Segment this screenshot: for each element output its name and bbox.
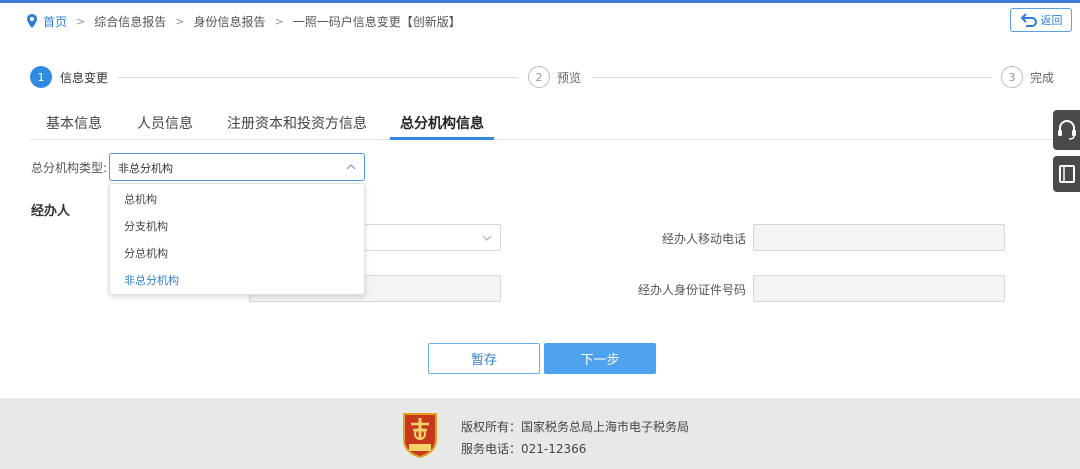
tab-head-branch-info[interactable]: 总分机构信息 — [400, 113, 484, 133]
footer-copyright: 版权所有：国家税务总局上海市电子税务局 — [461, 420, 690, 434]
step-2-label: 预览 — [557, 71, 582, 85]
back-button[interactable]: 返回 — [1010, 8, 1072, 32]
mobile-field[interactable] — [753, 224, 1005, 251]
step-2-circle: 2 — [528, 66, 550, 88]
breadcrumb-separator: > — [274, 14, 284, 28]
mobile-label: 经办人移动电话 — [661, 232, 746, 246]
back-button-label: 返回 — [1040, 14, 1063, 27]
tab-basic-info[interactable]: 基本信息 — [46, 113, 102, 133]
dropdown-option[interactable]: 分总机构 — [110, 240, 364, 267]
org-type-label: 总分机构类型: — [31, 161, 108, 175]
return-arrow-icon — [1020, 13, 1037, 27]
breadcrumb-item[interactable]: 身份信息报告 — [193, 13, 265, 30]
section-title-agent: 经办人 — [31, 204, 71, 219]
step-1-circle: 1 — [30, 66, 52, 88]
dropdown-option[interactable]: 分支机构 — [110, 213, 364, 240]
step-3-circle: 3 — [1001, 66, 1023, 88]
page-footer: 版权所有：国家税务总局上海市电子税务局 服务电话：021-12366 — [0, 398, 1080, 469]
save-draft-button[interactable]: 暂存 — [428, 343, 540, 374]
org-type-dropdown: 总机构 分支机构 分总机构 非总分机构 — [109, 183, 365, 295]
step-connector — [592, 77, 992, 78]
chevron-down-icon — [482, 235, 492, 241]
footer-phone: 服务电话：021-12366 — [461, 442, 587, 456]
book-icon — [1058, 165, 1075, 183]
breadcrumb-current: 一照一码户信息变更【创新版】 — [292, 14, 461, 29]
step-connector — [118, 77, 518, 78]
tax-emblem-icon — [403, 413, 437, 458]
step-3-label: 完成 — [1030, 71, 1055, 85]
breadcrumb-separator: > — [175, 14, 185, 28]
id-number-field[interactable] — [753, 275, 1005, 302]
breadcrumb-separator: > — [76, 14, 86, 28]
top-accent-bar — [0, 0, 1080, 3]
next-step-button[interactable]: 下一步 — [544, 343, 656, 374]
dropdown-option-selected[interactable]: 非总分机构 — [110, 267, 364, 294]
active-tab-indicator — [390, 137, 494, 140]
breadcrumb: 首页 > 综合信息报告 > 身份信息报告 > 一照一码户信息变更【创新版】 — [26, 12, 461, 30]
tab-personnel-info[interactable]: 人员信息 — [137, 113, 193, 133]
tab-capital-investor-info[interactable]: 注册资本和投资方信息 — [227, 113, 367, 133]
step-1-label: 信息变更 — [60, 71, 109, 85]
org-type-value: 非总分机构 — [118, 162, 173, 175]
headset-icon — [1057, 120, 1076, 140]
customer-service-button[interactable] — [1053, 110, 1080, 150]
dropdown-option[interactable]: 总机构 — [110, 186, 364, 213]
chevron-up-icon — [346, 164, 356, 170]
form-tabs: 基本信息 人员信息 注册资本和投资方信息 总分机构信息 — [30, 108, 1054, 140]
progress-steps: 1 信息变更 2 预览 3 完成 — [30, 66, 1060, 88]
breadcrumb-home-link[interactable]: 首页 — [43, 13, 67, 30]
id-number-label: 经办人身份证件号码 — [637, 283, 746, 297]
manual-button[interactable] — [1053, 156, 1080, 192]
breadcrumb-item[interactable]: 综合信息报告 — [94, 13, 166, 30]
org-type-select[interactable]: 非总分机构 — [109, 153, 365, 181]
location-pin-icon — [27, 14, 37, 28]
